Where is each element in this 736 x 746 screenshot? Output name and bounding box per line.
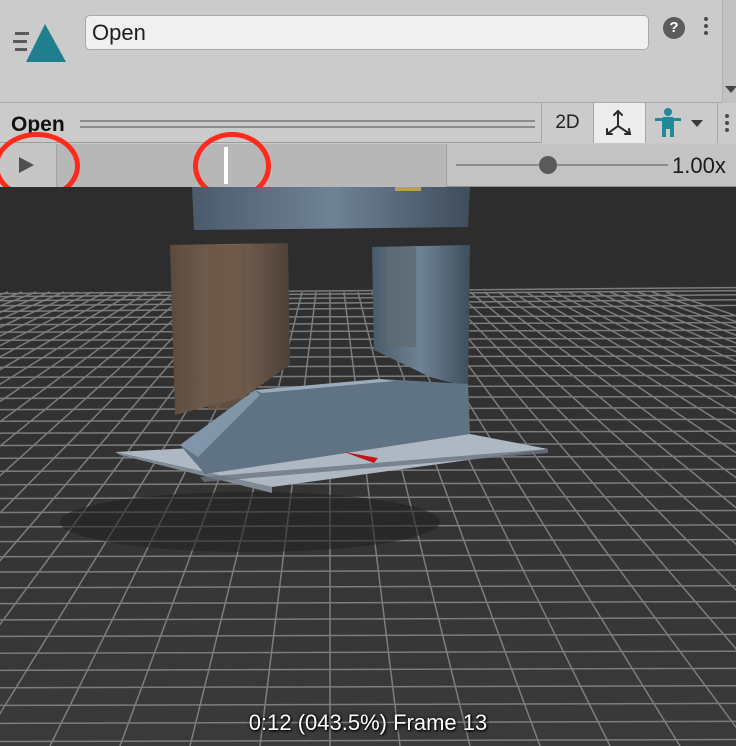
kebab-menu-icon[interactable] bbox=[703, 17, 709, 39]
scroll-down-arrow-icon[interactable] bbox=[725, 86, 736, 93]
slider-thumb[interactable] bbox=[539, 156, 557, 174]
playback-bar: 1.00x bbox=[0, 144, 736, 187]
preview-menu-button[interactable] bbox=[717, 103, 736, 143]
2d-mode-button[interactable]: 2D bbox=[541, 103, 593, 143]
pivot-icon bbox=[606, 109, 632, 135]
pivot-toggle-button[interactable] bbox=[593, 103, 645, 143]
time-readout: 0:12 (043.5%) Frame 13 bbox=[248, 710, 488, 735]
3d-preview-viewport[interactable]: 0:12 (043.5%) Frame 13 bbox=[0, 187, 736, 746]
help-icon[interactable]: ? bbox=[663, 17, 685, 39]
kebab-menu-icon bbox=[724, 114, 730, 136]
playback-speed-label: 1.00x bbox=[672, 153, 726, 178]
avatar-dropdown-button[interactable] bbox=[645, 103, 717, 143]
avatar-icon bbox=[655, 108, 703, 137]
playback-speed-slider[interactable] bbox=[456, 144, 668, 187]
drag-handle[interactable] bbox=[80, 120, 535, 128]
asset-name-field[interactable] bbox=[85, 15, 649, 50]
upper-block bbox=[192, 187, 470, 230]
preview-title: Open bbox=[11, 113, 65, 136]
slider-track bbox=[456, 164, 668, 166]
play-button[interactable] bbox=[0, 144, 57, 187]
preview-toolbar: Open 2D bbox=[0, 103, 736, 143]
object-shadow bbox=[60, 492, 440, 552]
timeline-scrubber[interactable] bbox=[57, 144, 447, 187]
play-icon bbox=[19, 157, 34, 173]
playhead[interactable] bbox=[224, 147, 228, 184]
inspector-header: ? bbox=[0, 0, 736, 103]
animation-clip-icon bbox=[13, 24, 66, 62]
